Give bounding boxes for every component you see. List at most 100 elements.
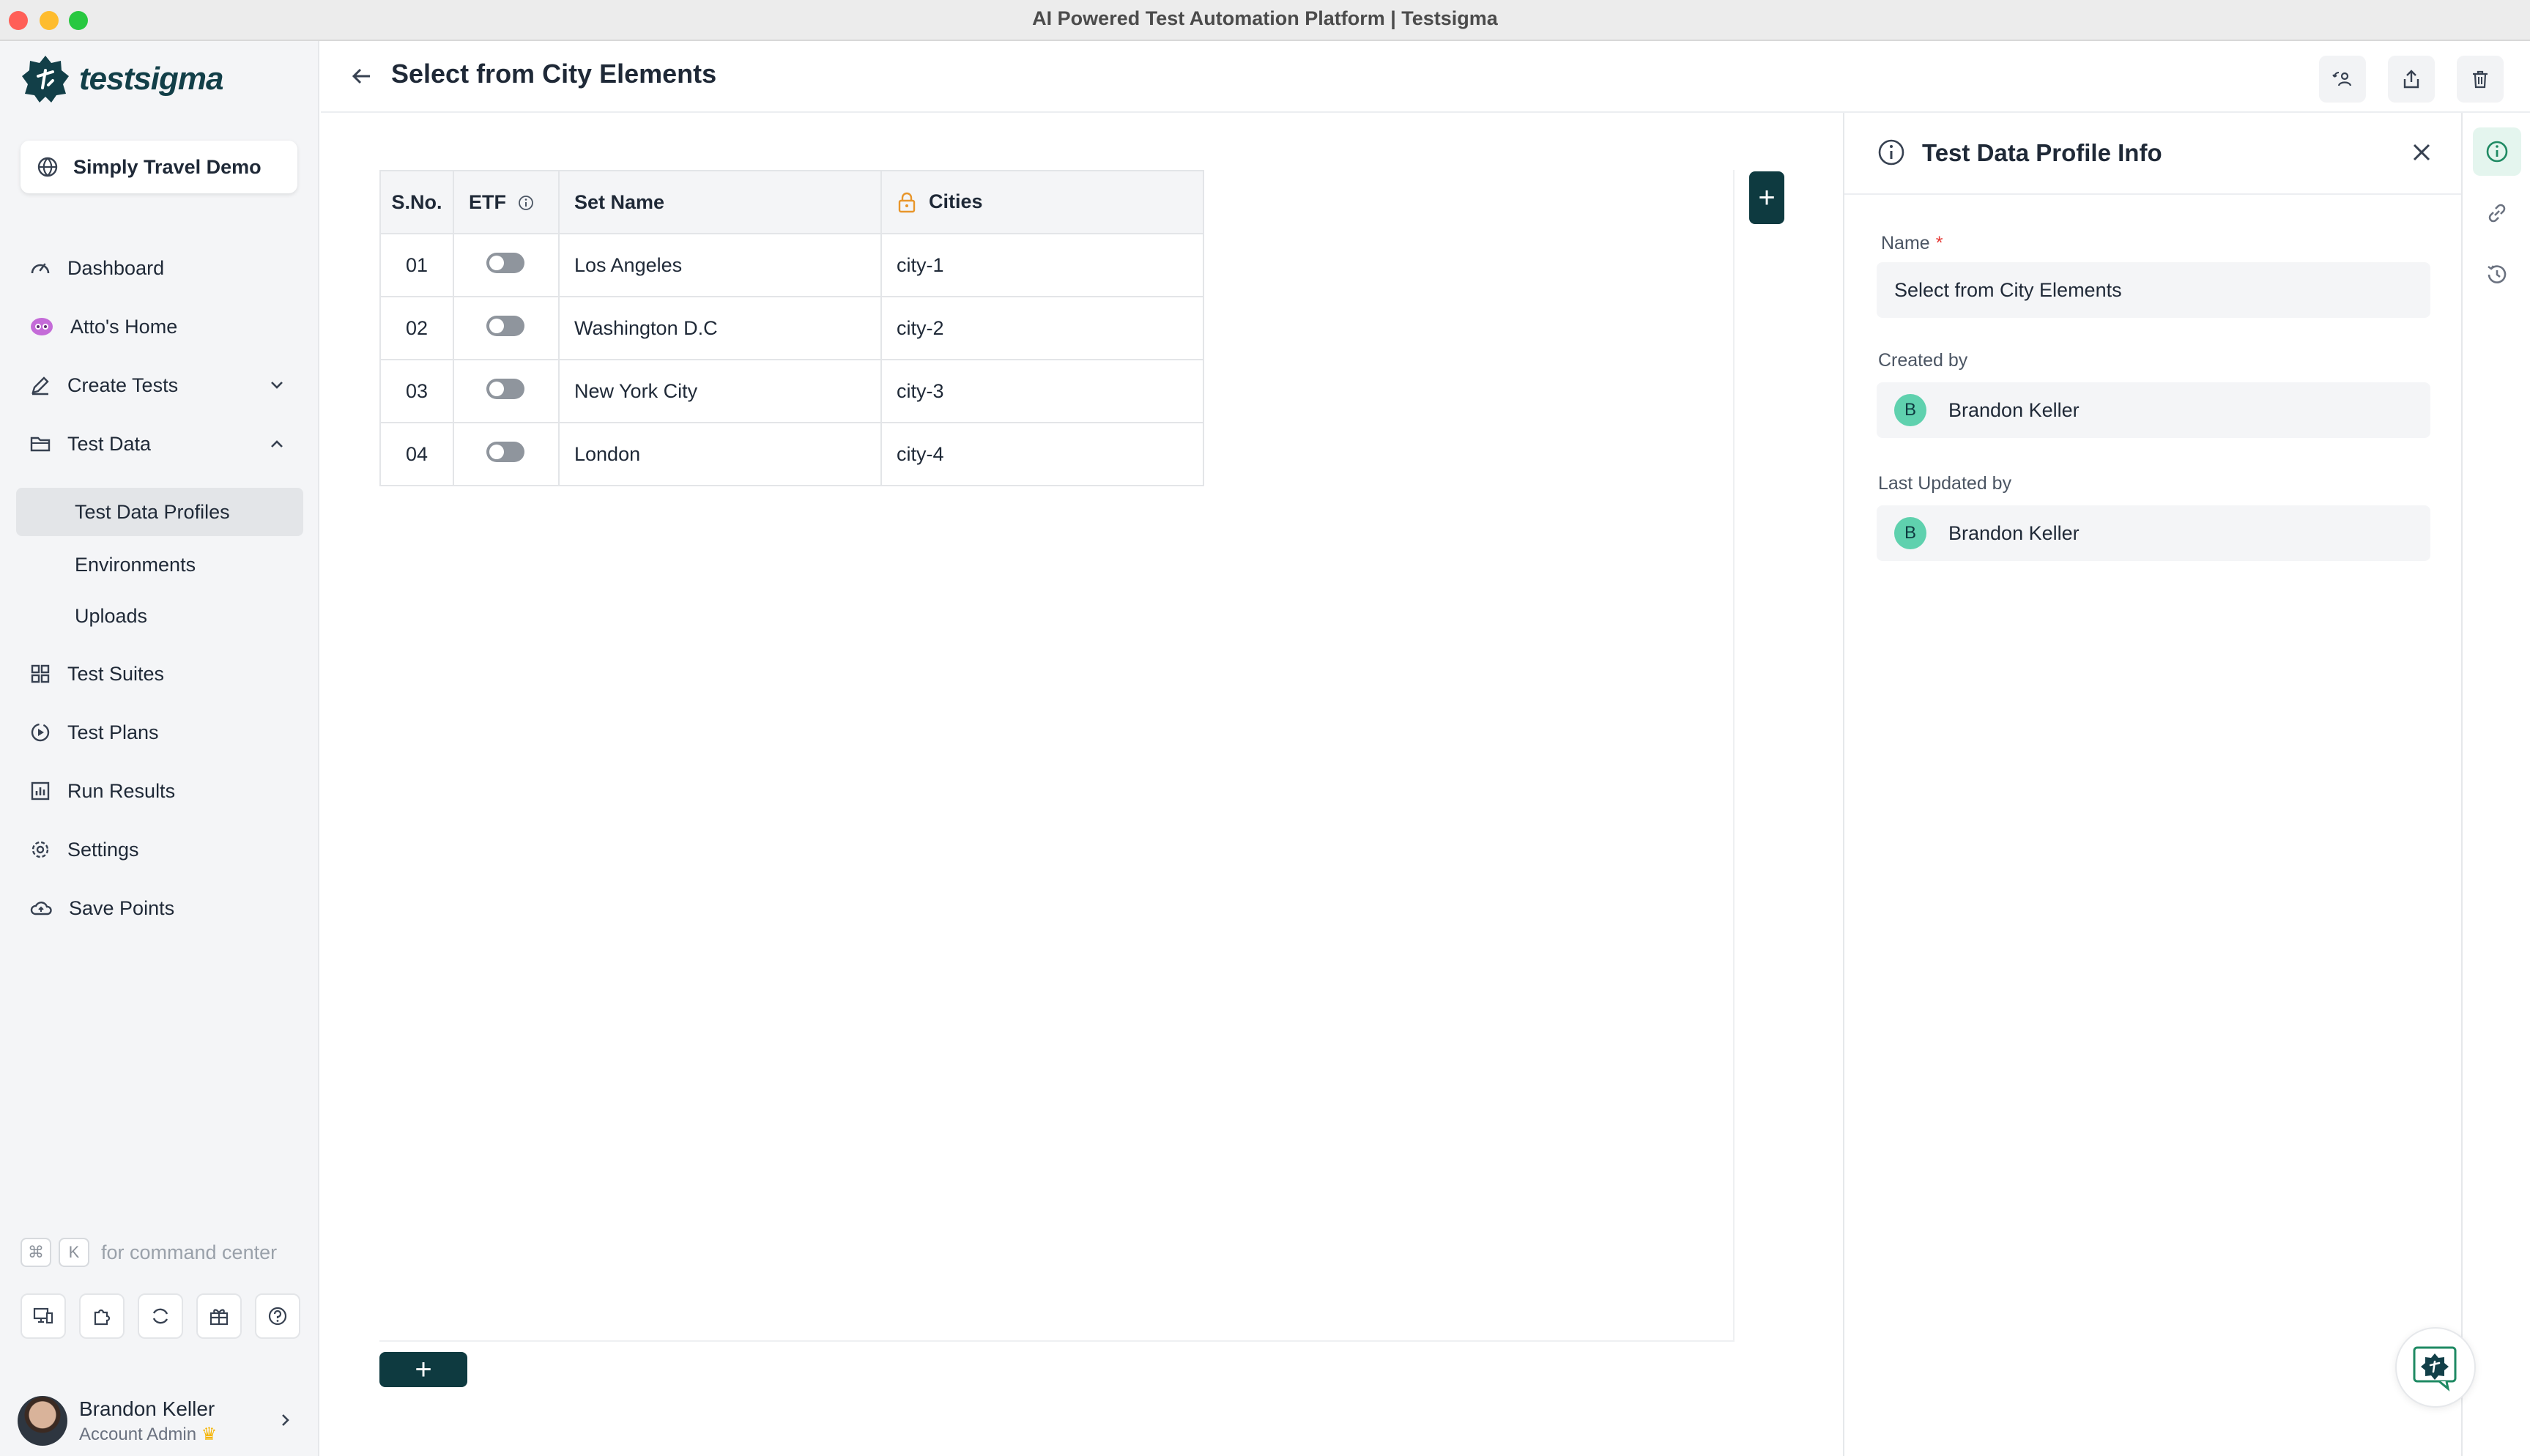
sidebar-item-label: Dashboard	[67, 256, 165, 279]
brand-name: testsigma	[79, 61, 223, 97]
sidebar-item-test-data-profiles[interactable]: Test Data Profiles	[16, 488, 303, 536]
city-cell[interactable]: city-1	[880, 233, 1204, 297]
sidebar-item-run-results[interactable]: Run Results	[16, 768, 303, 814]
back-button[interactable]	[343, 57, 381, 95]
info-icon	[2486, 141, 2508, 163]
swap-user-button[interactable]	[2319, 56, 2366, 103]
sidebar-item-dashboard[interactable]: Dashboard	[16, 245, 303, 291]
panel-title: Test Data Profile Info	[1922, 139, 2162, 166]
user-profile[interactable]: Brandon Keller Account Admin ♛	[18, 1393, 303, 1449]
table-header-row: S.No. ETF Set Name Cities	[379, 170, 1204, 234]
etf-cell	[453, 233, 560, 297]
add-column-button[interactable]: +	[1749, 171, 1784, 224]
last-updated-by-field: B Brandon Keller	[1877, 505, 2430, 561]
trash-icon	[2473, 70, 2488, 89]
sidebar-item-save-points[interactable]: Save Points	[16, 885, 303, 932]
user-switch-icon	[2332, 72, 2352, 86]
chevron-down-icon[interactable]	[267, 375, 287, 395]
project-selector[interactable]: Simply Travel Demo	[21, 141, 297, 193]
testsigma-logo[interactable]: testsigma	[21, 53, 223, 105]
city-cell[interactable]: city-4	[880, 422, 1204, 486]
command-key: ⌘	[21, 1238, 51, 1267]
sidebar-item-test-plans[interactable]: Test Plans	[16, 709, 303, 756]
name-label: Name *	[1881, 233, 1943, 254]
test-data-table: S.No. ETF Set Name Cities 01 Los Angeles…	[379, 170, 1204, 486]
sidebar-item-label: Settings	[67, 838, 139, 861]
required-mark: *	[1935, 233, 1943, 253]
sidebar-item-environments[interactable]: Environments	[16, 541, 303, 589]
gift-icon	[209, 1309, 229, 1326]
panel-header: Test Data Profile Info	[1844, 113, 2463, 195]
crown-icon: ♛	[201, 1424, 218, 1444]
set-name-cell[interactable]: New York City	[558, 359, 882, 423]
sidebar-tools	[21, 1293, 314, 1339]
refresh-icon	[152, 1308, 168, 1324]
info-icon[interactable]	[518, 195, 534, 211]
sidebar-item-uploads[interactable]: Uploads	[16, 592, 303, 640]
play-circle-icon	[31, 723, 50, 742]
sidebar-item-settings[interactable]: Settings	[16, 826, 303, 873]
name-field[interactable]: Select from City Elements	[1877, 262, 2430, 318]
column-header-cities[interactable]: Cities	[880, 170, 1204, 234]
history-icon	[2488, 265, 2507, 283]
row-sno: 03	[379, 359, 454, 423]
info-tab-button[interactable]	[2473, 127, 2521, 176]
avatar	[18, 1396, 67, 1446]
sidebar-item-create-tests[interactable]: Create Tests	[16, 362, 303, 409]
add-row-button[interactable]: +	[379, 1352, 467, 1387]
row-sno: 02	[379, 296, 454, 360]
etf-cell	[453, 359, 560, 423]
arrow-left-icon	[352, 68, 370, 84]
last-updated-by-label: Last Updated by	[1878, 473, 2012, 494]
help-icon	[268, 1307, 287, 1326]
devices-button[interactable]	[21, 1293, 66, 1339]
etf-toggle[interactable]	[486, 315, 524, 336]
city-cell[interactable]: city-2	[880, 296, 1204, 360]
set-name-cell[interactable]: London	[558, 422, 882, 486]
command-center-text: for command center	[101, 1241, 278, 1263]
row-sno: 01	[379, 233, 454, 297]
chevron-up-icon[interactable]	[267, 434, 287, 454]
delete-button[interactable]	[2457, 56, 2504, 103]
column-header-etf: ETF	[453, 170, 560, 234]
k-key: K	[59, 1238, 89, 1267]
etf-toggle[interactable]	[486, 441, 524, 462]
set-name-cell[interactable]: Washington D.C	[558, 296, 882, 360]
bar-chart-icon	[31, 781, 50, 801]
city-cell[interactable]: city-3	[880, 359, 1204, 423]
sidebar-item-test-data[interactable]: Test Data	[16, 420, 303, 467]
chevron-right-icon[interactable]	[275, 1411, 294, 1430]
link-icon	[2488, 204, 2506, 223]
column-header-set-name[interactable]: Set Name	[558, 170, 882, 234]
user-initial-badge: B	[1894, 394, 1926, 426]
created-by-label: Created by	[1878, 350, 1968, 371]
help-button[interactable]	[255, 1293, 300, 1339]
sidebar-item-attos-home[interactable]: Atto's Home	[16, 303, 303, 350]
globe-icon	[37, 157, 58, 177]
user-role: Account Admin	[79, 1424, 197, 1444]
sidebar-item-label: Run Results	[67, 779, 176, 802]
command-center-hint[interactable]: ⌘ K for command center	[21, 1238, 277, 1267]
page-title: Select from City Elements	[391, 59, 717, 89]
created-by-field: B Brandon Keller	[1877, 382, 2430, 438]
created-by-name: Brandon Keller	[1948, 398, 2080, 421]
gift-button[interactable]	[196, 1293, 242, 1339]
etf-toggle[interactable]	[486, 252, 524, 273]
links-tab-button[interactable]	[2473, 189, 2521, 237]
export-button[interactable]	[2388, 56, 2435, 103]
lock-icon	[898, 192, 916, 213]
history-tab-button[interactable]	[2473, 250, 2521, 299]
close-icon[interactable]	[2407, 138, 2436, 167]
user-name: Brandon Keller	[79, 1397, 215, 1420]
folder-icon	[30, 437, 51, 452]
etf-toggle[interactable]	[486, 378, 524, 399]
chat-assistant-button[interactable]	[2395, 1327, 2476, 1408]
sidebar-item-label: Test Data	[67, 432, 152, 455]
set-name-cell[interactable]: Los Angeles	[558, 233, 882, 297]
sidebar-item-label: Test Suites	[67, 662, 165, 685]
sidebar-item-test-suites[interactable]: Test Suites	[16, 650, 303, 697]
sync-button[interactable]	[138, 1293, 183, 1339]
etf-cell	[453, 422, 560, 486]
sidebar: testsigma Simply Travel Demo Dashboard A…	[0, 41, 319, 1456]
addons-button[interactable]	[79, 1293, 125, 1339]
